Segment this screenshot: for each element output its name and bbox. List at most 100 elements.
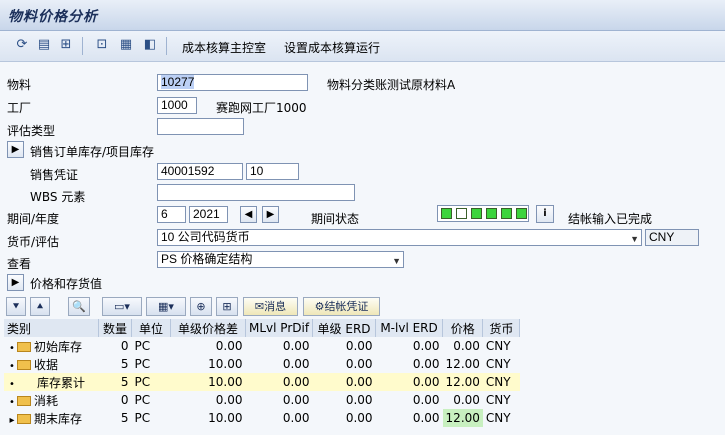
- structure-icon[interactable]: ⊞: [216, 297, 238, 316]
- plant-field[interactable]: 1000: [157, 97, 197, 114]
- bullet-icon: •: [9, 360, 15, 372]
- costing-run-link[interactable]: 设置成本核算运行: [284, 39, 380, 56]
- row-ml-erd: 0.00: [412, 411, 440, 425]
- row-category: 库存累计: [37, 375, 86, 390]
- material-description: 物料分类账测试原材料A: [327, 78, 456, 92]
- header-ml-erd: M-lvl ERD: [375, 319, 444, 337]
- collapse-all-icon[interactable]: ⯅: [30, 297, 50, 316]
- table-row[interactable]: • 初始库存 0 PC 0.00 0.00 0.00 0.00 0.00 CNY: [4, 337, 520, 355]
- previous-period-button[interactable]: ◀: [240, 206, 257, 223]
- costing-cockpit-link[interactable]: 成本核算主控室: [182, 39, 266, 56]
- row-ml-erd: 0.00: [375, 373, 443, 391]
- row-sl-erd: 0.00: [345, 339, 373, 353]
- plant-label: 工厂: [7, 101, 32, 115]
- status-light-icon: [441, 208, 452, 219]
- layout-icon[interactable]: ▤: [36, 37, 52, 53]
- row-unit: PC: [134, 339, 151, 353]
- currency-code-field: CNY: [645, 229, 699, 246]
- folder-icon: [17, 360, 31, 370]
- row-sl-diff: 10.00: [208, 411, 243, 425]
- valuation-type-label: 评估类型: [7, 124, 56, 138]
- row-sl-diff: 0.00: [215, 393, 243, 407]
- row-ml-diff: 0.00: [282, 339, 310, 353]
- row-quantity: 5: [120, 411, 129, 425]
- cost-icon[interactable]: ⊡: [94, 37, 110, 53]
- expand-sales-stock-icon[interactable]: ▶: [7, 141, 24, 158]
- header-sl-price-diff: 单级价格差: [170, 319, 246, 337]
- row-sl-erd: 0.00: [345, 411, 373, 425]
- status-light-icon: [471, 208, 482, 219]
- row-quantity: 0: [120, 393, 129, 407]
- row-ml-diff: 0.00: [282, 357, 310, 371]
- row-unit: PC: [134, 411, 151, 425]
- toolbar-separator: [166, 37, 167, 55]
- row-sl-erd: 0.00: [345, 393, 373, 407]
- print-icon[interactable]: ◧: [142, 37, 158, 53]
- closing-document-button[interactable]: ⚙结帐凭证: [303, 297, 380, 316]
- row-currency: CNY: [485, 393, 511, 407]
- year-field[interactable]: 2021: [189, 206, 228, 223]
- expand-prices-icon[interactable]: ▶: [7, 274, 24, 291]
- row-sl-erd: 0.00: [345, 357, 373, 371]
- bullet-icon: •: [9, 378, 15, 390]
- page-title: 物料价格分析: [8, 9, 98, 25]
- row-currency: CNY: [485, 357, 511, 371]
- table-row[interactable]: • 消耗 0 PC 0.00 0.00 0.00 0.00 0.00 CNY: [4, 391, 520, 409]
- header-unit: 单位: [131, 319, 171, 337]
- message-button[interactable]: ✉消息: [243, 297, 298, 316]
- print-layout-icon[interactable]: ▭▾: [102, 297, 142, 316]
- view-dropdown[interactable]: PS 价格确定结构 ▼: [157, 251, 404, 268]
- row-quantity: 5: [98, 373, 132, 391]
- table-row[interactable]: • 库存累计 5 PC 10.00 0.00 0.00 0.00 12.00 CN…: [4, 373, 520, 391]
- row-currency: CNY: [485, 411, 511, 425]
- row-price: 12.00: [442, 409, 483, 427]
- zoom-icon[interactable]: ⊕: [190, 297, 212, 316]
- period-field[interactable]: 6: [157, 206, 186, 223]
- chevron-down-icon: ▼: [630, 234, 639, 244]
- row-category: 初始库存: [34, 339, 83, 354]
- valuation-type-field[interactable]: [157, 118, 244, 135]
- header-category: 类别: [4, 319, 99, 337]
- currency-label: 货币/评估: [7, 235, 60, 249]
- expand-all-icon[interactable]: ⯆: [6, 297, 26, 316]
- row-quantity: 5: [120, 357, 129, 371]
- sales-document-field[interactable]: 40001592: [157, 163, 243, 180]
- bullet-icon: •: [9, 342, 15, 354]
- row-quantity: 0: [120, 339, 129, 353]
- hierarchy-icon[interactable]: ⊞: [58, 37, 74, 53]
- table-row[interactable]: ▸ 期末库存 5 PC 10.00 0.00 0.00 0.00 12.00 CN…: [4, 409, 520, 427]
- row-sl-diff: 10.00: [208, 357, 243, 371]
- sales-item-field[interactable]: 10: [246, 163, 299, 180]
- table-layout-icon[interactable]: ▦▾: [146, 297, 186, 316]
- info-icon[interactable]: i: [536, 205, 554, 223]
- bullet-icon: •: [9, 396, 15, 408]
- row-price: 12.00: [445, 357, 480, 371]
- row-ml-diff: 0.00: [282, 393, 310, 407]
- row-sl-diff: 10.00: [170, 373, 246, 391]
- row-unit: PC: [134, 357, 151, 371]
- table-row[interactable]: • 收据 5 PC 10.00 0.00 0.00 0.00 12.00 CNY: [4, 355, 520, 373]
- row-unit: PC: [134, 393, 151, 407]
- header-currency: 货币: [482, 319, 521, 337]
- period-status-text: 结帐输入已完成: [568, 212, 653, 226]
- row-ml-diff: 0.00: [245, 373, 313, 391]
- currency-dropdown[interactable]: 10 公司代码货币 ▼: [157, 229, 642, 246]
- period-label: 期间/年度: [7, 212, 60, 226]
- calculator-icon[interactable]: ▦: [118, 37, 134, 53]
- refresh-icon[interactable]: ⟳: [14, 37, 30, 53]
- toolbar-separator: [82, 37, 83, 55]
- row-sl-erd: 0.00: [312, 373, 376, 391]
- next-period-button[interactable]: ▶: [262, 206, 279, 223]
- header-quantity: 数量: [98, 319, 132, 337]
- title-bar: 物料价格分析: [0, 0, 725, 31]
- sales-document-label: 销售凭证: [30, 168, 79, 182]
- wbs-field[interactable]: [157, 184, 355, 201]
- material-field[interactable]: 10277: [157, 74, 308, 91]
- row-currency: CNY: [482, 373, 520, 391]
- row-category: 收据: [34, 357, 59, 372]
- prices-label: 价格和存货值: [30, 277, 103, 291]
- period-status-label: 期间状态: [311, 212, 360, 226]
- find-icon[interactable]: 🔍: [68, 297, 90, 316]
- grid-toolbar: ⯆ ⯅ 🔍 ▭▾ ▦▾ ⊕ ⊞ ✉消息 ⚙结帐凭证: [0, 296, 725, 318]
- expand-row-icon[interactable]: ▸: [7, 415, 17, 426]
